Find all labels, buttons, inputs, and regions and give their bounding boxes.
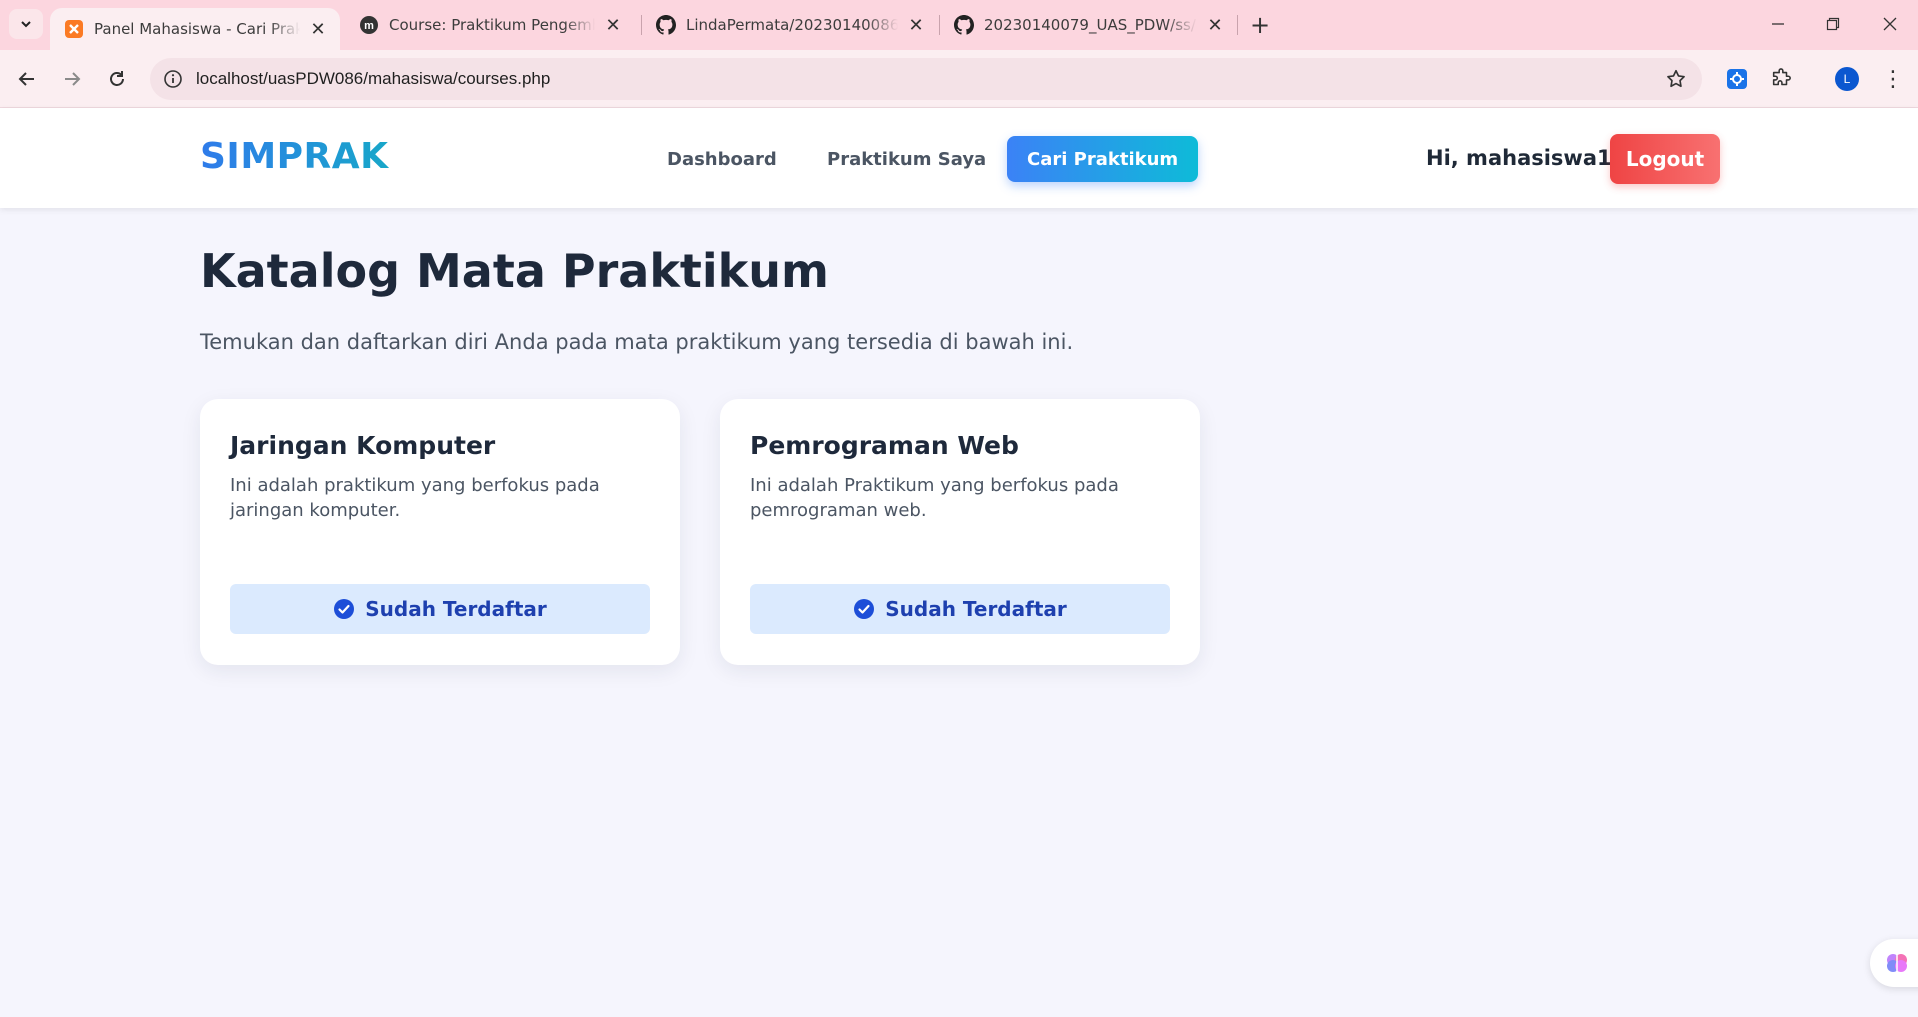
tab-course-praktikum[interactable]: m Course: Praktikum Pengembangan ✕ — [345, 0, 635, 50]
tab-separator — [1237, 15, 1238, 35]
info-icon[interactable] — [162, 68, 184, 90]
back-button[interactable] — [10, 62, 44, 96]
extensions-menu-button[interactable] — [1766, 64, 1796, 94]
minimize-icon — [1772, 23, 1784, 25]
profile-avatar[interactable]: L — [1835, 67, 1859, 91]
minimize-button[interactable] — [1758, 8, 1798, 40]
close-icon[interactable]: ✕ — [306, 17, 330, 41]
course-description: Ini adalah praktikum yang berfokus pada … — [230, 475, 600, 521]
nav-praktikum-saya[interactable]: Praktikum Saya — [827, 136, 986, 182]
browser-tab-strip: Panel Mahasiswa - Cari Praktikum ✕ m Cou… — [0, 0, 1918, 50]
check-circle-icon — [333, 598, 355, 620]
moodle-icon: m — [359, 15, 379, 35]
course-title: Pemrograman Web — [750, 431, 1019, 460]
tab-title: 20230140079_UAS_PDW/ss/cari — [984, 16, 1197, 34]
course-card: Jaringan Komputer Ini adalah praktikum y… — [200, 399, 680, 665]
page-subtitle: Temukan dan daftarkan diri Anda pada mat… — [200, 330, 1074, 354]
restore-icon — [1826, 17, 1840, 31]
course-card: Pemrograman Web Ini adalah Praktikum yan… — [720, 399, 1200, 665]
github-icon — [954, 15, 974, 35]
plus-icon: + — [1249, 11, 1271, 39]
course-title: Jaringan Komputer — [230, 431, 496, 460]
more-menu-button[interactable]: ⋮ — [1878, 64, 1908, 94]
browser-toolbar: localhost/uasPDW086/mahasiswa/courses.ph… — [0, 50, 1918, 108]
close-icon[interactable]: ✕ — [601, 13, 625, 37]
arrow-left-icon — [18, 72, 34, 86]
close-icon — [1883, 17, 1897, 31]
svg-text:m: m — [364, 20, 374, 32]
site-header: SIMPRAK Dashboard Praktikum Saya Cari Pr… — [0, 108, 1918, 208]
new-tab-button[interactable]: + — [1245, 10, 1275, 40]
tab-title: Course: Praktikum Pengembangan — [389, 16, 595, 34]
enrolled-status-label: Sudah Terdaftar — [365, 597, 547, 621]
puzzle-icon — [1772, 68, 1791, 86]
course-description: Ini adalah Praktikum yang berfokus pada … — [750, 475, 1119, 521]
tab-title: Panel Mahasiswa - Cari Praktikum — [94, 20, 300, 38]
brand-logo[interactable]: SIMPRAK — [200, 136, 389, 177]
chevron-down-icon — [21, 21, 31, 28]
brain-icon — [1887, 954, 1907, 972]
assistant-widget-button[interactable] — [1870, 939, 1918, 987]
close-icon[interactable]: ✕ — [1203, 13, 1227, 37]
extension-gear-icon — [1727, 69, 1747, 89]
check-circle-icon — [853, 598, 875, 620]
enrolled-status-button: Sudah Terdaftar — [230, 584, 650, 634]
reload-button[interactable] — [100, 62, 134, 96]
extension-button[interactable] — [1722, 64, 1752, 94]
enrolled-status-label: Sudah Terdaftar — [885, 597, 1067, 621]
nav-cari-praktikum[interactable]: Cari Praktikum — [1007, 136, 1199, 182]
arrow-right-icon — [65, 72, 81, 86]
close-icon[interactable]: ✕ — [904, 13, 928, 37]
tab-github-uas[interactable]: 20230140079_UAS_PDW/ss/cari ✕ — [940, 0, 1237, 50]
tab-search-button[interactable] — [9, 9, 43, 39]
xampp-icon — [64, 19, 84, 39]
close-window-button[interactable] — [1870, 8, 1910, 40]
github-icon — [656, 15, 676, 35]
star-icon[interactable] — [1664, 67, 1688, 91]
nav-dashboard[interactable]: Dashboard — [667, 136, 777, 182]
more-vert-icon: ⋮ — [1882, 66, 1904, 92]
restore-button[interactable] — [1813, 8, 1853, 40]
url-text[interactable]: localhost/uasPDW086/mahasiswa/courses.ph… — [196, 69, 550, 89]
tab-github-linda[interactable]: LindaPermata/20230140086_UAS ✕ — [642, 0, 938, 50]
address-bar[interactable]: localhost/uasPDW086/mahasiswa/courses.ph… — [150, 58, 1702, 100]
logout-button[interactable]: Logout — [1610, 134, 1720, 184]
enrolled-status-button: Sudah Terdaftar — [750, 584, 1170, 634]
tab-panel-mahasiswa[interactable]: Panel Mahasiswa - Cari Praktikum ✕ — [50, 8, 340, 50]
forward-button[interactable] — [55, 62, 89, 96]
page-title: Katalog Mata Praktikum — [200, 244, 829, 298]
user-greeting: Hi, mahasiswa1! — [1426, 146, 1622, 170]
reload-icon — [110, 71, 124, 86]
tab-title: LindaPermata/20230140086_UAS — [686, 16, 898, 34]
